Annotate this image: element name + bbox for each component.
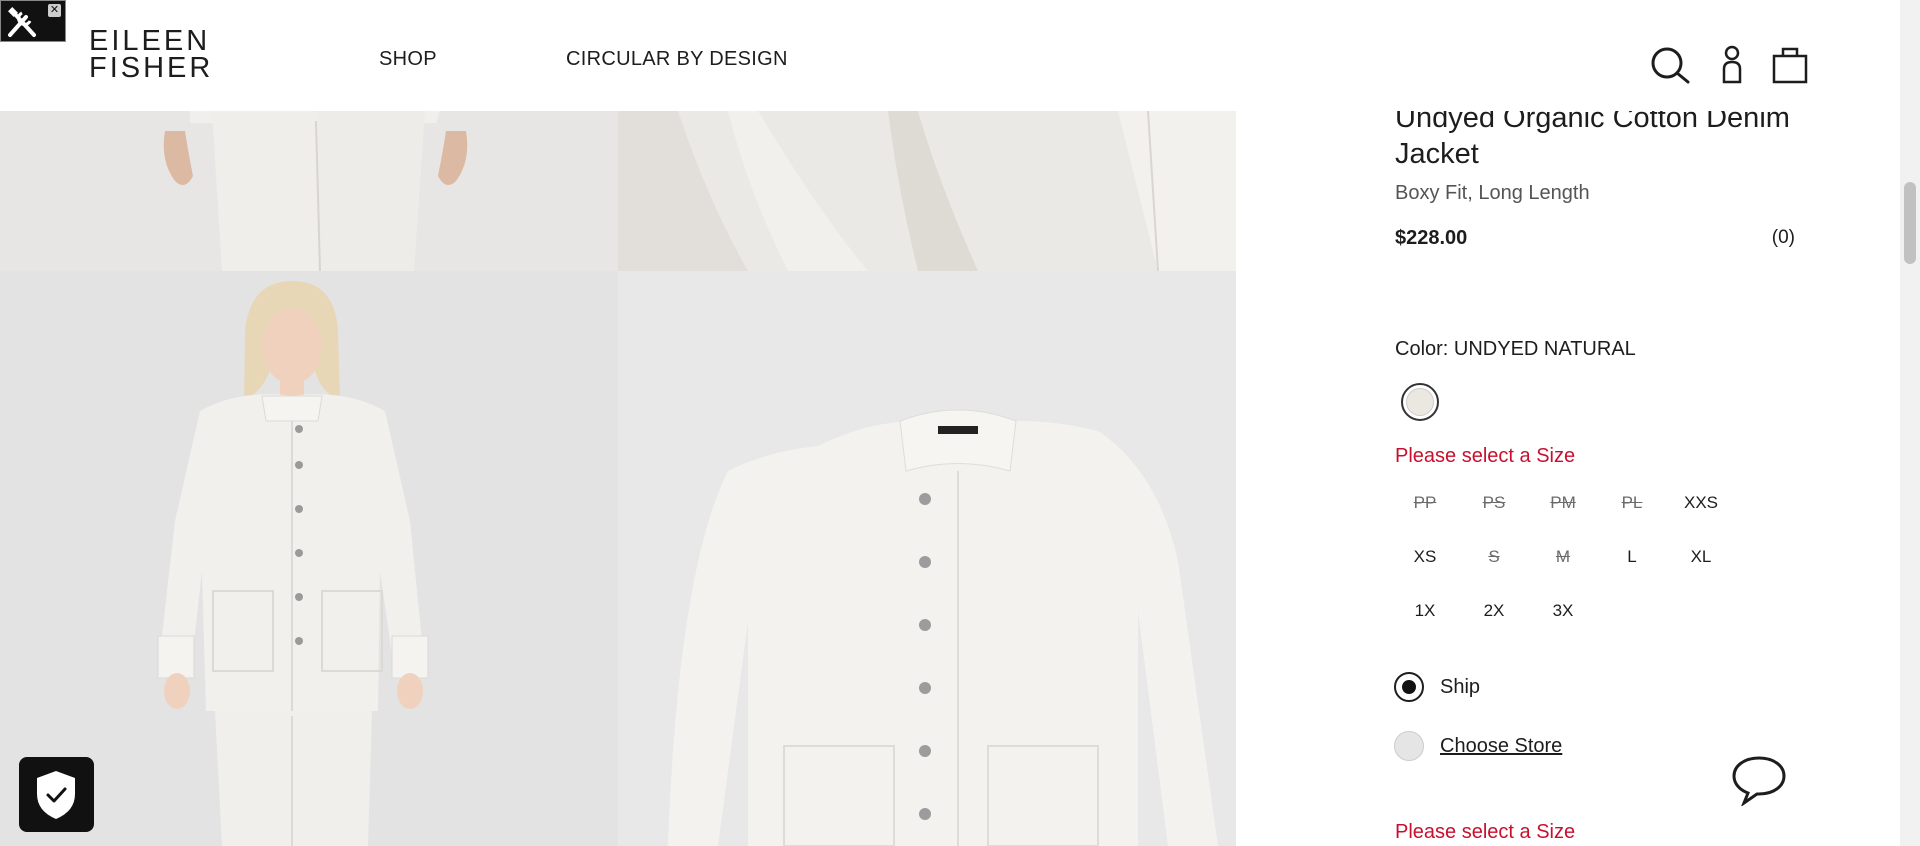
product-subtitle: Boxy Fit, Long Length (1395, 182, 1590, 204)
price-row: $228.00 (0) (1395, 227, 1795, 257)
size-option-l[interactable]: L (1602, 540, 1662, 574)
size-option-1x[interactable]: 1X (1395, 594, 1455, 628)
search-icon[interactable] (1648, 44, 1692, 88)
product-image-flat-lay[interactable] (618, 271, 1236, 846)
swatch-fill (1406, 388, 1434, 416)
brand-logo[interactable]: EILEEN FISHER (89, 25, 214, 84)
size-option-m[interactable]: M (1533, 540, 1593, 574)
store-radio[interactable] (1394, 731, 1424, 761)
color-label: Color: UNDYED NATURAL (1395, 338, 1636, 360)
security-shield-icon[interactable] (19, 757, 94, 832)
page-scrollbar[interactable] (1900, 0, 1920, 846)
size-error-message: Please select a Size (1395, 445, 1576, 467)
nav-shop[interactable]: SHOP (379, 48, 437, 71)
dev-tools-badge[interactable]: ✕ (0, 0, 66, 42)
product-image-legs[interactable] (0, 111, 618, 271)
size-option-xs[interactable]: XS (1395, 540, 1455, 574)
product-gallery (0, 111, 1236, 846)
size-option-3x[interactable]: 3X (1533, 594, 1593, 628)
logo-line-2: FISHER (89, 52, 214, 84)
choose-store-link[interactable]: Choose Store (1440, 735, 1562, 758)
logo-line-1: EILEEN (89, 25, 211, 57)
product-details: Undyed Organic Cotton Denim Jacket Boxy … (1395, 100, 1795, 257)
color-swatch-undyed-natural[interactable] (1401, 383, 1439, 421)
size-option-pm[interactable]: PM (1533, 486, 1593, 520)
size-option-pl[interactable]: PL (1602, 486, 1662, 520)
nav-circular-by-design[interactable]: CIRCULAR BY DESIGN (566, 48, 788, 71)
ship-radio[interactable] (1394, 672, 1424, 702)
size-option-xxs[interactable]: XXS (1671, 486, 1731, 520)
review-count[interactable]: (0) (1772, 227, 1795, 249)
ship-label: Ship (1440, 675, 1481, 698)
shopping-bag-icon[interactable] (1768, 44, 1812, 88)
radio-selected-dot (1402, 680, 1416, 694)
tools-icon (8, 7, 36, 37)
size-option-xl[interactable]: XL (1671, 540, 1731, 574)
chat-icon[interactable] (1730, 754, 1788, 808)
fulfillment-ship-option[interactable]: Ship (1394, 672, 1480, 702)
size-option-s[interactable]: S (1464, 540, 1524, 574)
product-image-fabric-detail[interactable] (618, 111, 1236, 271)
scrollbar-thumb[interactable] (1904, 182, 1916, 264)
account-icon[interactable] (1710, 44, 1754, 88)
fulfillment-store-option[interactable]: Choose Store (1394, 731, 1562, 761)
size-option-2x[interactable]: 2X (1464, 594, 1524, 628)
site-header: EILEEN FISHER SHOP CIRCULAR BY DESIGN (0, 0, 1900, 111)
size-error-message-bottom: Please select a Size (1395, 821, 1576, 843)
product-price: $228.00 (1395, 227, 1468, 249)
close-icon[interactable]: ✕ (48, 4, 61, 17)
size-option-pp[interactable]: PP (1395, 486, 1455, 520)
size-option-ps[interactable]: PS (1464, 486, 1524, 520)
